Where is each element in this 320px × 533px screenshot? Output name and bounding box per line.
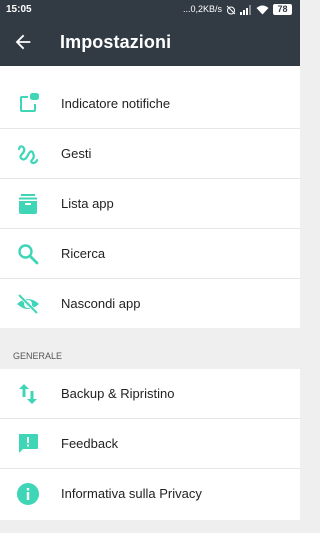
setting-feedback[interactable]: Feedback <box>0 419 300 469</box>
notification-badge-icon <box>20 93 39 112</box>
gesture-icon <box>17 145 39 165</box>
arrow-back-icon[interactable] <box>12 31 34 53</box>
feedback-icon <box>19 434 38 453</box>
setting-label: Nascondi app <box>61 296 141 311</box>
setting-gestures[interactable]: Gesti <box>0 129 300 179</box>
setting-hide-apps[interactable]: Nascondi app <box>0 279 300 329</box>
section-header-label: GENERALE <box>13 351 63 361</box>
setting-label: Gesti <box>61 146 92 161</box>
info-icon <box>17 483 39 505</box>
setting-app-list[interactable]: Lista app <box>0 179 300 229</box>
status-bar: 15:05 ...0,2KB/s 78 <box>0 0 300 19</box>
setting-label: Ricerca <box>61 246 106 261</box>
alarm-off-icon <box>226 5 236 14</box>
general-list: Backup & Ripristino Feedback Informativa… <box>0 369 300 520</box>
setting-label: Backup & Ripristino <box>61 386 175 401</box>
archive-box-icon <box>19 194 37 214</box>
setting-notification-indicator[interactable]: Indicatore notifiche <box>0 79 300 129</box>
setting-label: Indicatore notifiche <box>61 96 171 111</box>
setting-label: Lista app <box>61 196 114 211</box>
setting-label: Informativa sulla Privacy <box>61 486 202 501</box>
wifi-icon <box>256 5 269 14</box>
list-bottom-edge <box>0 520 300 533</box>
section-header-general: GENERALE <box>0 343 300 369</box>
eye-off-icon <box>17 293 39 315</box>
setting-privacy-policy[interactable]: Informativa sulla Privacy <box>0 469 300 519</box>
status-icons: ...0,2KB/s 78 <box>183 0 292 19</box>
signal-icon <box>240 4 251 15</box>
setting-backup-restore[interactable]: Backup & Ripristino <box>0 369 300 419</box>
settings-list: Indicatore notifiche Gesti Lista app Ric… <box>0 79 300 328</box>
page-title: Impostazioni <box>60 32 172 52</box>
swap-vertical-icon <box>19 384 37 404</box>
battery-icon: 78 <box>273 4 292 15</box>
setting-label: Feedback <box>61 436 119 451</box>
status-time: 15:05 <box>6 4 32 15</box>
search-icon <box>18 244 39 265</box>
app-bar: Impostazioni <box>0 19 300 66</box>
network-speed: ...0,2KB/s <box>182 4 222 14</box>
setting-search[interactable]: Ricerca <box>0 229 300 279</box>
